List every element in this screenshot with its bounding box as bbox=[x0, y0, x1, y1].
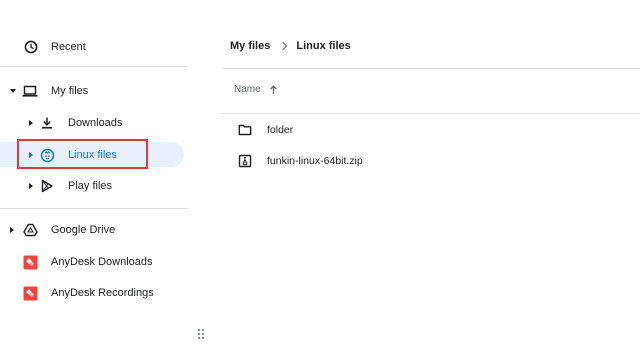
file-list-pane: My files Linux files Name folder funkin-… bbox=[222, 0, 640, 351]
expand-arrow-icon[interactable] bbox=[29, 120, 33, 126]
column-header-label: Name bbox=[234, 84, 261, 95]
sidebar-item-label: Downloads bbox=[68, 117, 123, 129]
divider bbox=[0, 208, 188, 209]
sidebar-item-my-files[interactable]: My files bbox=[0, 78, 188, 104]
annotation-highlight-box bbox=[17, 139, 148, 169]
expand-arrow-icon[interactable] bbox=[29, 183, 33, 189]
file-row[interactable]: funkin-linux-64bit.zip bbox=[222, 149, 640, 173]
sidebar-item-label: Google Drive bbox=[51, 224, 116, 236]
sidebar-item-downloads[interactable]: Downloads bbox=[0, 110, 188, 136]
file-row[interactable]: folder bbox=[222, 118, 640, 142]
zip-icon bbox=[238, 154, 252, 168]
sidebar-item-label: AnyDesk Downloads bbox=[51, 256, 153, 268]
file-name: funkin-linux-64bit.zip bbox=[267, 155, 363, 167]
drive-icon bbox=[22, 222, 38, 238]
sidebar-item-play-files[interactable]: Play files bbox=[0, 173, 188, 199]
breadcrumb-root[interactable]: My files bbox=[230, 40, 270, 52]
breadcrumb: My files Linux files bbox=[230, 38, 351, 54]
expand-arrow-icon[interactable] bbox=[10, 89, 16, 93]
sort-ascending-icon bbox=[269, 84, 278, 95]
divider bbox=[222, 113, 640, 114]
divider bbox=[222, 68, 640, 69]
sidebar-item-label: Play files bbox=[68, 180, 113, 192]
resize-handle-icon[interactable] bbox=[197, 327, 205, 340]
anydesk-icon bbox=[22, 285, 38, 301]
sidebar-item-recent[interactable]: Recent bbox=[0, 34, 188, 60]
play-store-icon bbox=[39, 178, 55, 194]
laptop-icon bbox=[22, 83, 38, 99]
sidebar: Recent My files Downloads Linux files Pl… bbox=[0, 0, 190, 351]
folder-icon bbox=[238, 123, 252, 137]
expand-arrow-icon[interactable] bbox=[10, 227, 14, 233]
file-name: folder bbox=[267, 124, 294, 136]
sidebar-item-label: Recent bbox=[51, 41, 86, 53]
clock-icon bbox=[23, 39, 39, 55]
download-icon bbox=[39, 115, 55, 131]
divider bbox=[0, 66, 188, 67]
chevron-right-icon bbox=[279, 41, 288, 51]
column-header-name[interactable]: Name bbox=[234, 84, 278, 95]
sidebar-item-anydesk-recordings[interactable]: AnyDesk Recordings bbox=[0, 280, 188, 306]
breadcrumb-current[interactable]: Linux files bbox=[296, 40, 350, 52]
sidebar-item-label: AnyDesk Recordings bbox=[51, 287, 154, 299]
sidebar-item-label: My files bbox=[51, 85, 89, 97]
anydesk-icon bbox=[22, 254, 38, 270]
sidebar-item-google-drive[interactable]: Google Drive bbox=[0, 217, 188, 243]
sidebar-item-anydesk-downloads[interactable]: AnyDesk Downloads bbox=[0, 249, 188, 275]
